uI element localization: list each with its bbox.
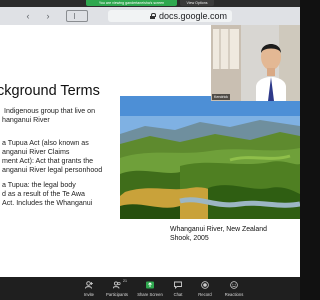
url-text: docs.google.com xyxy=(159,11,228,21)
back-button[interactable]: ‹ xyxy=(20,10,36,22)
view-options-button[interactable]: View Options xyxy=(180,0,214,6)
participants-count: 21 xyxy=(123,279,127,283)
share-screen-button[interactable]: Share Screen xyxy=(136,277,164,300)
lock-icon xyxy=(150,13,156,19)
slide-bullet: Indigenous group that live on hanganui R… xyxy=(2,107,96,124)
share-screen-icon xyxy=(146,281,154,289)
slide-title: ckground Terms xyxy=(0,83,100,99)
participants-label: Participants xyxy=(106,292,128,297)
person-avatar xyxy=(211,25,300,101)
meeting-window: You are viewing gandertaneisha's screen … xyxy=(0,0,300,300)
participants-icon xyxy=(113,281,121,289)
reactions-button[interactable]: Reactions xyxy=(222,277,246,300)
river-photo xyxy=(120,96,300,219)
reactions-icon xyxy=(230,281,238,289)
invite-icon xyxy=(85,281,93,289)
record-icon xyxy=(201,281,209,289)
participant-name-tag: Kendrick xyxy=(212,94,230,100)
screen-share-banner: You are viewing gandertaneisha's screen xyxy=(86,0,177,6)
meeting-control-bar: Invite 21 Participants Share Screen Chat xyxy=(0,277,300,300)
chat-button[interactable]: Chat xyxy=(170,277,186,300)
slide-bullet: a Tupua Act (also known as anganui River… xyxy=(2,139,103,174)
chat-label: Chat xyxy=(173,292,183,297)
invite-button[interactable]: Invite xyxy=(80,277,98,300)
chat-icon xyxy=(174,281,182,289)
meeting-top-strip: You are viewing gandertaneisha's screen … xyxy=(0,0,300,7)
share-screen-label: Share Screen xyxy=(137,292,163,297)
browser-toolbar: ‹ › docs.google.com xyxy=(0,7,300,25)
slide-bullet: a Tupua: the legal body d as a result of… xyxy=(2,181,93,207)
participants-button[interactable]: 21 Participants xyxy=(104,277,130,300)
sidebar-toggle-icon[interactable] xyxy=(66,10,88,22)
reactions-label: Reactions xyxy=(224,292,244,297)
record-button[interactable]: Record xyxy=(196,277,214,300)
invite-label: Invite xyxy=(83,292,94,297)
participant-video[interactable]: Kendrick xyxy=(211,25,300,101)
address-bar[interactable]: docs.google.com xyxy=(108,10,232,22)
record-label: Record xyxy=(198,292,212,297)
forward-button[interactable]: › xyxy=(40,10,56,22)
photo-caption: Whanganui River, New Zealand Shook, 2005 xyxy=(170,226,267,242)
